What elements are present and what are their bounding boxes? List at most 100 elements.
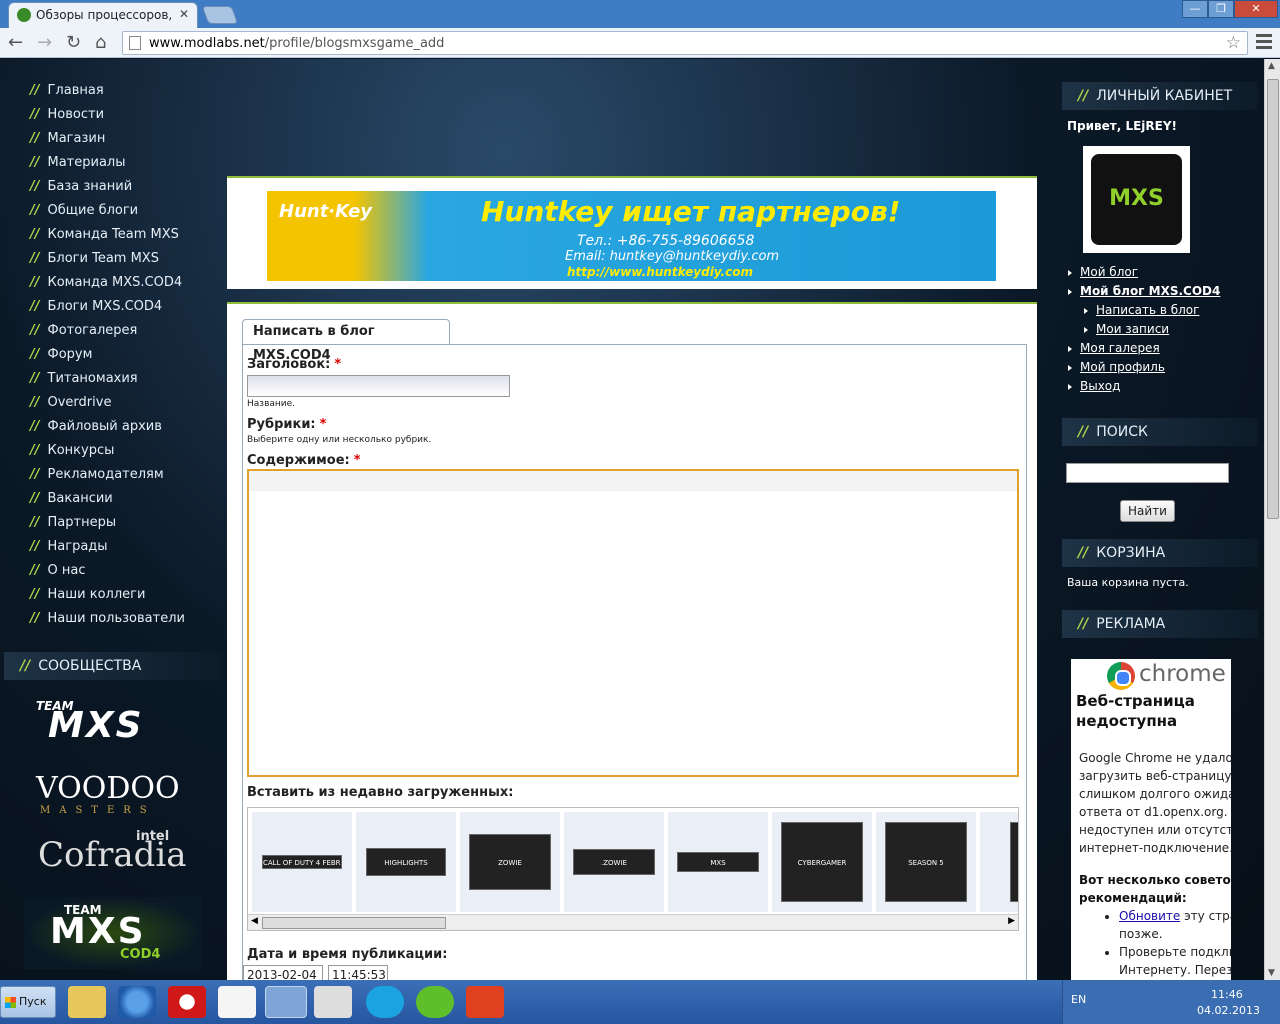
back-arrow-icon[interactable]: ← — [8, 33, 23, 53]
sidebar-item[interactable]: // Общие блоги — [30, 203, 185, 227]
scrollbar-thumb[interactable] — [262, 917, 446, 929]
cofradia-intel-logo[interactable]: Cofradia intel — [38, 829, 187, 879]
wrench-menu-icon[interactable] — [1256, 34, 1272, 50]
game-launcher-icon[interactable] — [466, 986, 504, 1018]
icq-icon[interactable] — [416, 986, 454, 1018]
sidebar-item[interactable]: // Конкурсы — [30, 443, 185, 467]
home-icon[interactable]: ⌂ — [95, 33, 106, 53]
reload-link[interactable]: Обновите — [1119, 909, 1180, 923]
sidebar-item-label: О нас — [47, 563, 86, 578]
slash-marker: // — [30, 515, 40, 530]
sidebar-item[interactable]: // Главная — [30, 83, 185, 107]
reload-icon[interactable]: ↻ — [66, 33, 81, 53]
banner-site: http://www.huntkeydiy.com — [567, 265, 753, 279]
zowie-mousepad-thumbnail[interactable]: ZOWIE — [460, 812, 560, 912]
slash-marker: // — [30, 227, 40, 242]
team-mxs-cod4-logo[interactable]: TEAM MXS COD4 — [24, 897, 202, 969]
cabinet-link[interactable]: Выход — [1068, 379, 1220, 398]
find-button[interactable]: Найти — [1120, 500, 1175, 522]
sidebar-item[interactable]: // Overdrive — [30, 395, 185, 419]
avatar[interactable]: MXS — [1083, 146, 1190, 253]
cybergamer-season5-thumbnail[interactable]: SEASON 5 — [876, 812, 976, 912]
sidebar-item[interactable]: // Команда Team MXS — [30, 227, 185, 251]
forward-arrow-icon[interactable]: → — [37, 33, 52, 53]
sidebar-item[interactable]: // Блоги MXS.COD4 — [30, 299, 185, 323]
skype-icon[interactable] — [366, 986, 404, 1018]
huntkey-banner[interactable]: Hunt·Key Huntkey ищет партнеров! Тел.: +… — [267, 191, 996, 281]
clock-time[interactable]: 11:46 — [1211, 988, 1243, 1001]
content-label: Содержимое: * — [247, 453, 361, 468]
explorer-icon[interactable] — [68, 986, 106, 1018]
browser-tab[interactable]: Обзоры процессоров, виде ✕ — [8, 2, 198, 28]
cybergamer-thumbnail[interactable]: CYBERGAMER — [772, 812, 872, 912]
chrome-logo-icon — [1107, 662, 1135, 690]
sidebar-item[interactable]: // Партнеры — [30, 515, 185, 539]
page-scroll-thumb[interactable] — [1267, 79, 1279, 519]
bookmark-star-icon[interactable]: ☆ — [1226, 33, 1241, 53]
highlights-thumbnail[interactable]: HIGHLIGHTS — [356, 812, 456, 912]
cabinet-link[interactable]: Мой блог — [1068, 265, 1220, 284]
sidebar-item[interactable]: // Магазин — [30, 131, 185, 155]
sidebar-item[interactable]: // Форум — [30, 347, 185, 371]
title-input[interactable] — [247, 375, 510, 397]
mxs-banner-thumbnail[interactable]: MXS — [668, 812, 768, 912]
scroll-up-icon[interactable]: ▲ — [1268, 61, 1275, 71]
cabinet-link[interactable]: Моя галерея — [1068, 341, 1220, 360]
clock-date[interactable]: 04.02.2013 — [1197, 1004, 1260, 1017]
opera-icon[interactable] — [168, 986, 206, 1018]
content-editor[interactable] — [247, 469, 1019, 777]
scroll-down-icon[interactable]: ▼ — [1268, 968, 1275, 978]
sidebar-item[interactable]: // Команда MXS.COD4 — [30, 275, 185, 299]
cabinet-link[interactable]: Мои записи — [1068, 322, 1220, 341]
language-indicator[interactable]: EN — [1071, 993, 1086, 1006]
tab-strip: Обзоры процессоров, виде ✕ — ❐ ✕ — [0, 0, 1280, 28]
sidebar-item[interactable]: // Награды — [30, 539, 185, 563]
slash-marker: // — [30, 371, 40, 386]
cabinet-link[interactable]: Мой блог MXS.COD4 — [1068, 284, 1220, 303]
sidebar-item[interactable]: // Новости — [30, 107, 185, 131]
cabinet-link[interactable]: Мой профиль — [1068, 360, 1220, 379]
cabinet-link[interactable]: Написать в блог — [1068, 303, 1220, 322]
team-mxs-logo[interactable]: TEAM MXS — [34, 697, 174, 747]
zowie-logo-thumbnail[interactable]: .ZOWIE — [564, 812, 664, 912]
minimize-button[interactable]: — — [1182, 0, 1208, 18]
partial-thumbnail[interactable] — [980, 812, 1018, 912]
close-window-button[interactable]: ✕ — [1234, 0, 1278, 18]
start-button[interactable]: Пуск — [0, 986, 56, 1018]
voodoo-masters-logo[interactable]: VOODOO MASTERS — [36, 771, 180, 821]
search-input[interactable] — [1066, 463, 1229, 483]
sidebar-item[interactable]: // Материалы — [30, 155, 185, 179]
address-bar[interactable]: www.modlabs.net/profile/blogsmxsgame_add… — [122, 31, 1248, 55]
sidebar-item[interactable]: // База знаний — [30, 179, 185, 203]
error-paragraph-line: ответа от d1.openx.org. — [1079, 805, 1228, 819]
app-icon[interactable] — [314, 986, 352, 1018]
scroll-left-icon[interactable]: ◀ — [251, 916, 258, 926]
sidebar-item[interactable]: // Титаномахия — [30, 371, 185, 395]
sidebar-item[interactable]: // Наши пользователи — [30, 611, 185, 635]
new-tab-button[interactable] — [201, 6, 239, 24]
page-scrollbar[interactable]: ▲ ▼ — [1264, 59, 1280, 980]
date-input[interactable]: 2013-02-04 — [243, 965, 323, 980]
error-paragraph-line: недоступен или отсутству — [1079, 823, 1231, 837]
time-input[interactable]: 11:45:53 — [328, 965, 388, 980]
yandex-browser-icon[interactable] — [218, 986, 256, 1018]
horizontal-scrollbar[interactable]: ◀ ▶ — [248, 914, 1018, 930]
chrome-taskbar-icon[interactable] — [265, 986, 307, 1018]
cod4-february-cup-thumbnail[interactable]: CALL OF DUTY 4 FEBRUARY CUP — [252, 812, 352, 912]
media-player-icon[interactable] — [118, 986, 156, 1018]
bullet-arrow-icon — [1084, 326, 1088, 333]
sidebar-item[interactable]: // О нас — [30, 563, 185, 587]
slash-marker: // — [30, 107, 40, 122]
sidebar-item[interactable]: // Вакансии — [30, 491, 185, 515]
sidebar-item[interactable]: // Файловый архив — [30, 419, 185, 443]
scroll-right-icon[interactable]: ▶ — [1008, 916, 1015, 926]
tab-write-blog[interactable]: Написать в блог MXS.COD4 — [242, 319, 450, 363]
sidebar-item-label: Главная — [47, 83, 104, 98]
sidebar-item[interactable]: // Рекламодателям — [30, 467, 185, 491]
sidebar-item[interactable]: // Фотогалерея — [30, 323, 185, 347]
close-tab-icon[interactable]: ✕ — [179, 7, 189, 21]
sidebar-item[interactable]: // Блоги Team MXS — [30, 251, 185, 275]
sidebar-item[interactable]: // Наши коллеги — [30, 587, 185, 611]
maximize-button[interactable]: ❐ — [1208, 0, 1234, 18]
slash-marker: // — [30, 443, 40, 458]
